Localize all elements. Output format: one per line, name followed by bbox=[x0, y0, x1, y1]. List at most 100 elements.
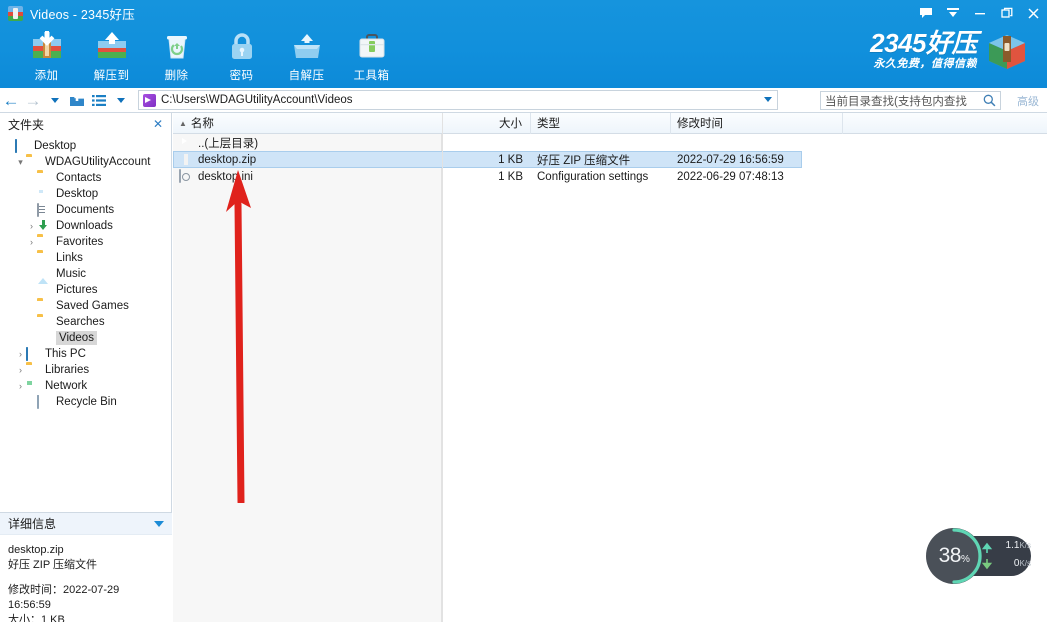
folder-tree: Desktop▾WDAGUtilityAccountContactsDeskto… bbox=[0, 135, 171, 410]
chevron-down-icon[interactable] bbox=[764, 97, 772, 102]
forward-button[interactable]: → bbox=[22, 89, 44, 112]
toolbar-label: 密码 bbox=[230, 67, 254, 83]
sidebar-item-downloads[interactable]: ›Downloads bbox=[0, 218, 171, 234]
cell-name-label: ..(上层目录) bbox=[198, 135, 258, 151]
ini-file-icon bbox=[179, 170, 193, 183]
download-speed: 0K/s bbox=[993, 558, 1031, 569]
history-dropdown-button[interactable] bbox=[44, 89, 66, 112]
file-list-body-background bbox=[173, 134, 1047, 622]
minimize-icon[interactable] bbox=[966, 0, 993, 26]
details-panel: 详细信息 desktop.zip 好压 ZIP 压缩文件 修改时间：2022-0… bbox=[0, 512, 172, 622]
sidebar-item-documents[interactable]: Documents bbox=[0, 202, 171, 218]
sidebar-item-videos[interactable]: Videos bbox=[0, 330, 171, 346]
sidebar-item-recycle-bin[interactable]: Recycle Bin bbox=[0, 394, 171, 410]
up-folder-button[interactable] bbox=[66, 89, 88, 112]
name-column-background bbox=[173, 134, 442, 622]
brand-name: 2345好压 bbox=[870, 30, 977, 56]
sidebar-item-wdagutilityaccount[interactable]: ▾WDAGUtilityAccount bbox=[0, 154, 171, 170]
expander-icon[interactable]: › bbox=[15, 381, 26, 391]
sidebar-item-label: Pictures bbox=[56, 283, 98, 297]
sidebar-item-this-pc[interactable]: ›This PC bbox=[0, 346, 171, 362]
advanced-search-link[interactable]: 高级 bbox=[1017, 93, 1039, 109]
folder-icon bbox=[37, 172, 52, 185]
sidebar-item-saved-games[interactable]: Saved Games bbox=[0, 298, 171, 314]
close-icon[interactable] bbox=[1020, 0, 1047, 26]
toolbar-button-toolbox[interactable]: 工具箱 bbox=[339, 26, 404, 88]
search-input[interactable]: 当前目录查找(支持包内查找 bbox=[820, 91, 1001, 110]
column-header-size[interactable]: 大小 bbox=[443, 113, 531, 134]
main-toolbar: 添加 解压到 bbox=[14, 26, 404, 88]
folder-icon bbox=[37, 236, 52, 249]
sidebar-item-contacts[interactable]: Contacts bbox=[0, 170, 171, 186]
feedback-icon[interactable] bbox=[912, 0, 939, 26]
app-window: Videos - 2345好压 bbox=[0, 0, 1047, 622]
sort-ascending-icon: ▲ bbox=[179, 119, 187, 128]
table-row[interactable]: ..(上层目录) bbox=[173, 134, 1047, 151]
window-controls bbox=[912, 0, 1047, 26]
sidebar-item-libraries[interactable]: ›Libraries bbox=[0, 362, 171, 378]
details-modified-time: 修改时间：2022-07-29 16:56:59 bbox=[8, 583, 164, 613]
speed-percent: 38% bbox=[929, 544, 979, 568]
sidebar-item-desktop[interactable]: Desktop bbox=[0, 138, 171, 154]
toolbar-button-add[interactable]: 添加 bbox=[14, 26, 79, 88]
sidebar-item-pictures[interactable]: Pictures bbox=[0, 282, 171, 298]
column-header-name[interactable]: ▲ 名称 bbox=[173, 113, 443, 134]
sidebar-item-label: Documents bbox=[56, 203, 114, 217]
sidebar-item-music[interactable]: Music bbox=[0, 266, 171, 282]
sidebar-item-links[interactable]: Links bbox=[0, 250, 171, 266]
cell-time: 2022-06-29 07:48:13 bbox=[671, 168, 843, 185]
sidebar-item-label: Links bbox=[56, 251, 83, 265]
expander-icon[interactable]: › bbox=[26, 237, 37, 247]
expander-icon[interactable]: › bbox=[26, 221, 37, 231]
toolbar-button-password[interactable]: 密码 bbox=[209, 26, 274, 88]
cell-size: 1 KB bbox=[443, 168, 531, 185]
expander-icon[interactable]: › bbox=[15, 365, 26, 375]
details-panel-body: desktop.zip 好压 ZIP 压缩文件 修改时间：2022-07-29 … bbox=[0, 535, 172, 622]
sidebar-item-desktop[interactable]: Desktop bbox=[0, 186, 171, 202]
folder-panel-title: 文件夹 bbox=[8, 116, 44, 133]
desktop-folder-icon bbox=[37, 188, 52, 201]
close-icon[interactable]: ✕ bbox=[153, 118, 163, 130]
sidebar-item-searches[interactable]: Searches bbox=[0, 314, 171, 330]
expander-icon[interactable]: › bbox=[15, 349, 26, 359]
toolbar-button-self-extract[interactable]: 自解压 bbox=[274, 26, 339, 88]
toolbar-button-extract-to[interactable]: 解压到 bbox=[79, 26, 144, 88]
folder-panel-header: 文件夹 ✕ bbox=[0, 113, 171, 135]
network-icon bbox=[26, 380, 41, 393]
folder-icon bbox=[37, 252, 52, 265]
view-options-dropdown-button[interactable] bbox=[110, 89, 132, 112]
back-button[interactable]: ← bbox=[0, 89, 22, 112]
column-header-label: 修改时间 bbox=[677, 115, 723, 131]
trash-icon bbox=[160, 31, 194, 63]
forward-arrow-icon: → bbox=[25, 92, 42, 109]
network-speed-widget[interactable]: 38% 1.1K/s 0K/s bbox=[925, 527, 1035, 585]
cell-name: ..(上层目录) bbox=[173, 134, 443, 151]
cell-size: 1 KB bbox=[443, 151, 531, 168]
cell-size bbox=[443, 134, 531, 151]
address-path-field[interactable]: C:\Users\WDAGUtilityAccount\Videos bbox=[138, 90, 778, 110]
column-header-time[interactable]: 修改时间 bbox=[671, 113, 843, 134]
details-panel-header[interactable]: 详细信息 bbox=[0, 513, 172, 535]
chevron-down-icon[interactable] bbox=[154, 521, 164, 527]
window-title: Videos - 2345好压 bbox=[30, 4, 135, 23]
extract-to-icon bbox=[95, 31, 129, 63]
maximize-icon[interactable] bbox=[993, 0, 1020, 26]
table-row[interactable]: desktop.ini1 KBConfiguration settings202… bbox=[173, 168, 1047, 185]
title-bar: Videos - 2345好压 bbox=[0, 0, 1047, 26]
toolbar-button-delete[interactable]: 删除 bbox=[144, 26, 209, 88]
title-bar-left: Videos - 2345好压 bbox=[8, 4, 135, 23]
sidebar-item-favorites[interactable]: ›Favorites bbox=[0, 234, 171, 250]
chevron-down-icon[interactable] bbox=[939, 0, 966, 26]
column-header-type[interactable]: 类型 bbox=[531, 113, 671, 134]
sidebar-item-network[interactable]: ›Network bbox=[0, 378, 171, 394]
title-and-toolbar-band: Videos - 2345好压 bbox=[0, 0, 1047, 88]
expander-icon[interactable]: ▾ bbox=[15, 157, 26, 168]
view-list-button[interactable] bbox=[88, 89, 110, 112]
file-list-header: ▲ 名称 大小 类型 修改时间 bbox=[173, 113, 1047, 134]
toolbar-label: 工具箱 bbox=[354, 67, 390, 83]
cell-name-label: desktop.ini bbox=[198, 171, 253, 183]
toolbar-label: 添加 bbox=[35, 67, 59, 83]
column-header-label: 类型 bbox=[537, 115, 560, 131]
monitor-icon bbox=[15, 140, 30, 153]
table-row[interactable]: desktop.zip1 KB好压 ZIP 压缩文件2022-07-29 16:… bbox=[173, 151, 1047, 168]
